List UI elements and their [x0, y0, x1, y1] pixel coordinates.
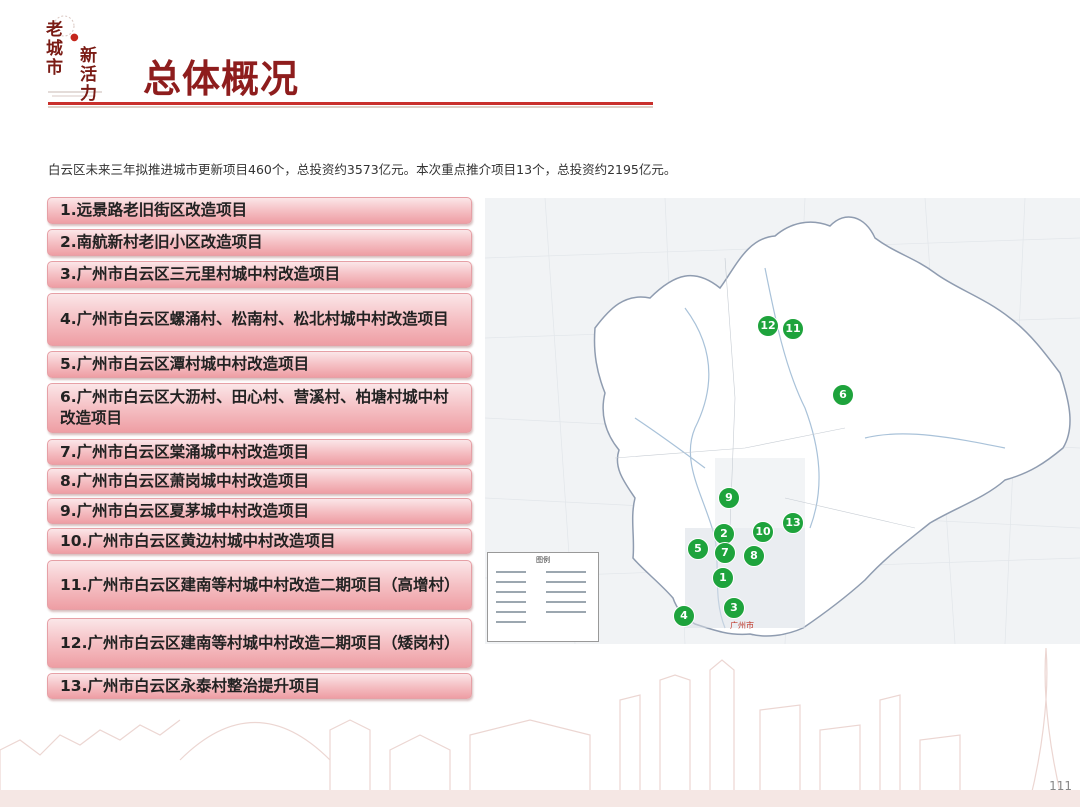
map-marker[interactable]: 7	[714, 542, 736, 564]
project-item: 11.广州市白云区建南等村城中村改造二期项目（高增村）	[47, 560, 472, 610]
summary-text: 白云区未来三年拟推进城市更新项目460个，总投资约3573亿元。本次重点推介项目…	[48, 162, 677, 177]
map-place-label: 广州市	[730, 621, 754, 630]
logo: 老 城 市 ● 新 活 力	[42, 12, 122, 104]
project-item: 2.南航新村老旧小区改造项目	[47, 229, 472, 256]
map-marker[interactable]: 10	[752, 521, 774, 543]
logo-dot-icon: ●	[70, 32, 79, 43]
legend-row	[496, 621, 526, 623]
project-item: 3.广州市白云区三元里村城中村改造项目	[47, 261, 472, 288]
logo-char: 新	[80, 46, 97, 66]
project-item: 9.广州市白云区夏茅城中村改造项目	[47, 498, 472, 524]
skyline-decoration	[0, 647, 1080, 807]
legend-row	[496, 571, 526, 573]
legend-row	[496, 581, 526, 583]
logo-char: 城	[46, 39, 63, 59]
map-legend: 图例	[487, 552, 599, 642]
map-marker[interactable]: 5	[687, 538, 709, 560]
legend-row	[546, 591, 586, 593]
logo-char: 老	[46, 20, 63, 40]
map-marker[interactable]: 1	[712, 567, 734, 589]
project-item: 7.广州市白云区棠涌城中村改造项目	[47, 439, 472, 465]
project-item: 10.广州市白云区黄边村城中村改造项目	[47, 528, 472, 554]
project-item: 6.广州市白云区大沥村、田心村、营溪村、柏塘村城中村改造项目	[47, 383, 472, 433]
map-legend-title: 图例	[536, 556, 550, 564]
title-underline	[48, 102, 653, 105]
legend-row	[546, 611, 586, 613]
page-title: 总体概况	[143, 56, 300, 101]
project-item: 8.广州市白云区萧岗城中村改造项目	[47, 468, 472, 494]
logo-char: 市	[46, 58, 63, 78]
legend-row	[496, 591, 526, 593]
legend-row	[496, 611, 526, 613]
legend-row	[546, 581, 586, 583]
map-marker[interactable]: 12	[757, 315, 779, 337]
logo-char: 力	[80, 84, 97, 104]
legend-row	[546, 601, 586, 603]
title-underline-shadow	[48, 106, 653, 108]
map-marker[interactable]: 8	[743, 545, 765, 567]
district-map: 图例 广州市 12 11 6 9 2 10 13 5 7 8 1 4 3	[485, 198, 1080, 644]
map-marker[interactable]: 13	[782, 512, 804, 534]
map-marker[interactable]: 9	[718, 487, 740, 509]
legend-row	[496, 601, 526, 603]
logo-char: 活	[80, 65, 97, 85]
map-marker[interactable]: 4	[673, 605, 695, 627]
page-number: 111	[1049, 779, 1072, 793]
map-marker[interactable]: 11	[782, 318, 804, 340]
project-item: 5.广州市白云区潭村城中村改造项目	[47, 351, 472, 378]
project-item: 1.远景路老旧街区改造项目	[47, 197, 472, 224]
legend-row	[546, 571, 586, 573]
project-item: 4.广州市白云区螺涌村、松南村、松北村城中村改造项目	[47, 293, 472, 346]
map-marker[interactable]: 6	[832, 384, 854, 406]
map-marker[interactable]: 3	[723, 597, 745, 619]
